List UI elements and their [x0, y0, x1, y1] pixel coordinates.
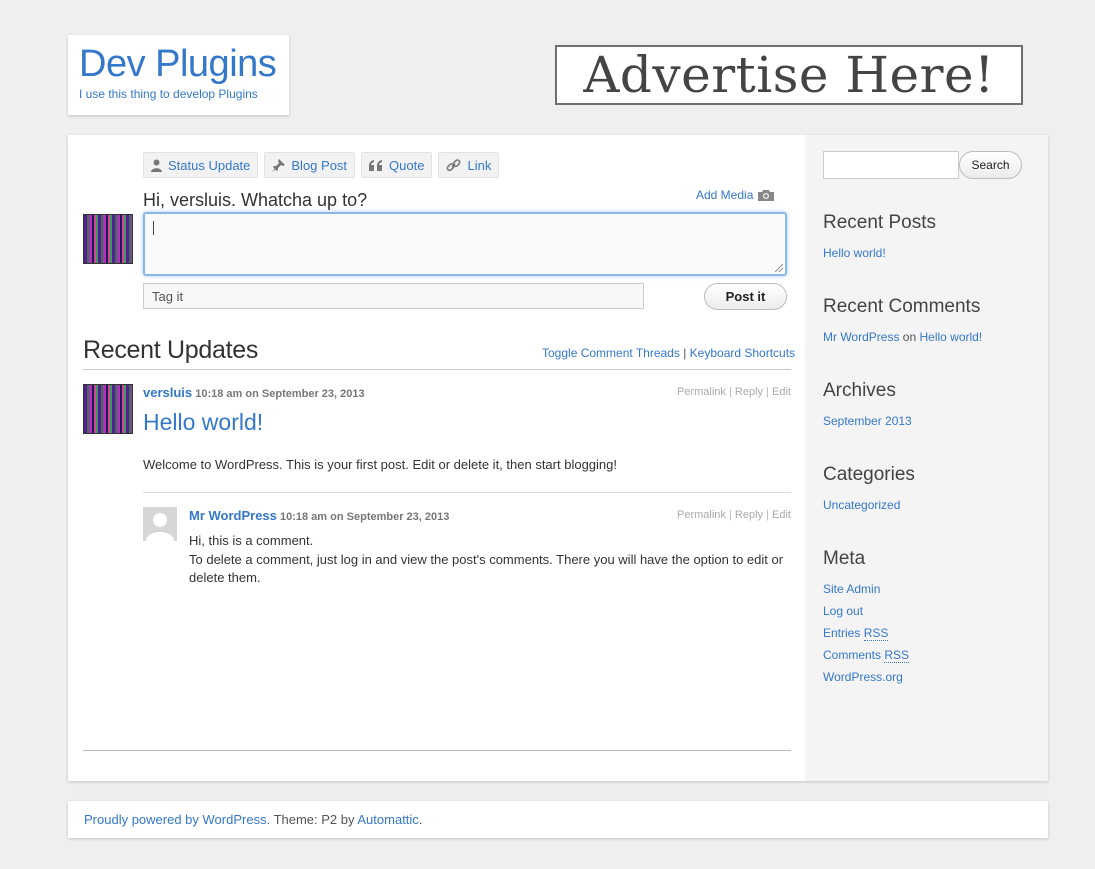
comment-author-avatar: [143, 507, 177, 541]
recent-post-link[interactable]: Hello world!: [823, 246, 886, 260]
comment-time: 10:18 am: [279, 511, 328, 523]
recent-updates-links: Toggle Comment Threads | Keyboard Shortc…: [542, 346, 795, 360]
default-avatar-icon: [146, 513, 174, 541]
wordpress-org-link[interactable]: WordPress.org: [823, 670, 903, 684]
current-user-avatar: [83, 214, 133, 264]
theme-text: Theme: P2 by: [270, 812, 358, 827]
widget-title: Meta: [823, 548, 866, 569]
status-update-tab[interactable]: Status Update: [143, 152, 259, 178]
comments-rss-link[interactable]: Comments RSS: [823, 648, 910, 663]
category-link[interactable]: Uncategorized: [823, 498, 900, 512]
post-edit-link[interactable]: Edit: [772, 386, 791, 398]
comment-divider: [143, 492, 791, 493]
link-label: Link: [467, 157, 492, 173]
link-icon: [447, 158, 461, 171]
comment-permalink-link[interactable]: Permalink: [677, 509, 726, 521]
advert-banner[interactable]: Advertise Here!: [555, 45, 1023, 105]
comment-on: on: [330, 511, 344, 523]
comment-line: To delete a comment, just log in and vie…: [189, 551, 784, 586]
comments-label: Comments: [823, 648, 882, 662]
post-body: Welcome to WordPress. This is your first…: [143, 457, 617, 472]
comment-date: September 23, 2013: [346, 511, 450, 523]
search-input[interactable]: [823, 151, 959, 179]
comment-edit-link[interactable]: Edit: [772, 509, 791, 521]
entries-rss-link[interactable]: Entries RSS: [823, 626, 889, 641]
post-author-link[interactable]: versluis: [143, 385, 192, 400]
pin-icon: [272, 158, 286, 172]
camera-icon: [758, 190, 775, 201]
post-time: 10:18 am: [195, 388, 243, 400]
recent-comment-on: on: [902, 330, 917, 344]
action-separator: |: [728, 386, 732, 398]
recent-comments-widget: Recent Comments Mr WordPress on Hello wo…: [823, 296, 982, 348]
tag-input[interactable]: Tag it: [143, 283, 644, 309]
archive-link[interactable]: September 2013: [823, 414, 912, 428]
comment-line: Hi, this is a comment.: [189, 533, 314, 548]
post-type-tabs: Status Update Blog Post Quote Link: [143, 152, 500, 178]
link-separator: |: [683, 346, 687, 360]
keyboard-shortcuts-link[interactable]: Keyboard Shortcuts: [690, 346, 795, 360]
person-icon: [151, 159, 162, 172]
log-out-link[interactable]: Log out: [823, 604, 863, 618]
status-update-label: Status Update: [168, 157, 251, 173]
footer: Proudly powered by WordPress. Theme: P2 …: [68, 801, 1048, 838]
recent-comment-author-link[interactable]: Mr WordPress: [823, 330, 899, 344]
rss-abbr: RSS: [863, 626, 889, 641]
link-tab[interactable]: Link: [438, 152, 500, 178]
theme-author-link[interactable]: Automattic: [357, 812, 418, 827]
recent-comment-post-link[interactable]: Hello world!: [920, 330, 983, 344]
post-actions: Permalink | Reply | Edit: [677, 386, 791, 398]
powered-by-link[interactable]: Proudly powered by WordPress.: [84, 812, 270, 827]
action-separator: |: [766, 509, 769, 521]
post-reply-link[interactable]: Reply: [735, 386, 763, 398]
archives-widget: Archives September 2013: [823, 380, 912, 432]
widget-title: Archives: [823, 380, 896, 401]
post-author-avatar: [83, 384, 133, 434]
advert-text: Advertise Here!: [583, 46, 995, 104]
resize-handle[interactable]: [775, 264, 783, 272]
entries-label: Entries: [823, 626, 861, 640]
comment-body: Hi, this is a comment. To delete a comme…: [189, 532, 789, 588]
post-it-button[interactable]: Post it: [704, 283, 787, 310]
add-media-label: Add Media: [696, 188, 754, 202]
recent-updates-heading: Recent Updates: [83, 336, 259, 364]
quote-label: Quote: [389, 157, 425, 173]
site-admin-link[interactable]: Site Admin: [823, 582, 880, 596]
action-separator: |: [766, 386, 769, 398]
status-textarea[interactable]: [143, 212, 787, 276]
blog-post-label: Blog Post: [291, 157, 348, 173]
site-description: I use this thing to develop Plugins: [79, 87, 258, 101]
post-on: on: [245, 388, 259, 400]
comment-reply-link[interactable]: Reply: [735, 509, 763, 521]
toggle-comment-threads-link[interactable]: Toggle Comment Threads: [542, 346, 680, 360]
recent-posts-widget: Recent Posts Hello world!: [823, 212, 936, 264]
main-content: Status Update Blog Post Quote Link Hi, v…: [68, 135, 1048, 781]
meta-widget: Meta Site Admin Log out Entries RSS Comm…: [823, 548, 910, 688]
search-button[interactable]: Search: [959, 151, 1022, 179]
bottom-divider: [83, 750, 791, 751]
add-media-button[interactable]: Add Media: [696, 188, 775, 202]
widget-title: Recent Posts: [823, 212, 936, 233]
site-title[interactable]: Dev Plugins: [79, 43, 278, 85]
quote-icon: [369, 159, 383, 171]
post-meta: versluis 10:18 am on September 23, 2013: [143, 385, 365, 400]
comment-actions: Permalink | Reply | Edit: [677, 509, 791, 521]
comment-author-link[interactable]: Mr WordPress: [189, 508, 277, 523]
widget-title: Recent Comments: [823, 296, 981, 317]
comment-meta: Mr WordPress 10:18 am on September 23, 2…: [189, 508, 449, 523]
quote-tab[interactable]: Quote: [361, 152, 433, 178]
text-caret: [153, 221, 154, 235]
widget-title: Categories: [823, 464, 915, 485]
site-header: Dev Plugins I use this thing to develop …: [68, 35, 289, 115]
footer-period: .: [418, 812, 423, 827]
post-date: September 23, 2013: [261, 388, 365, 400]
post-permalink-link[interactable]: Permalink: [677, 386, 726, 398]
greeting: Hi, versluis. Whatcha up to?: [143, 190, 368, 210]
categories-widget: Categories Uncategorized: [823, 464, 915, 516]
blog-post-tab[interactable]: Blog Post: [264, 152, 356, 178]
post-title-link[interactable]: Hello world!: [143, 409, 263, 436]
divider: [83, 369, 791, 370]
action-separator: |: [728, 509, 732, 521]
rss-abbr: RSS: [884, 648, 910, 663]
